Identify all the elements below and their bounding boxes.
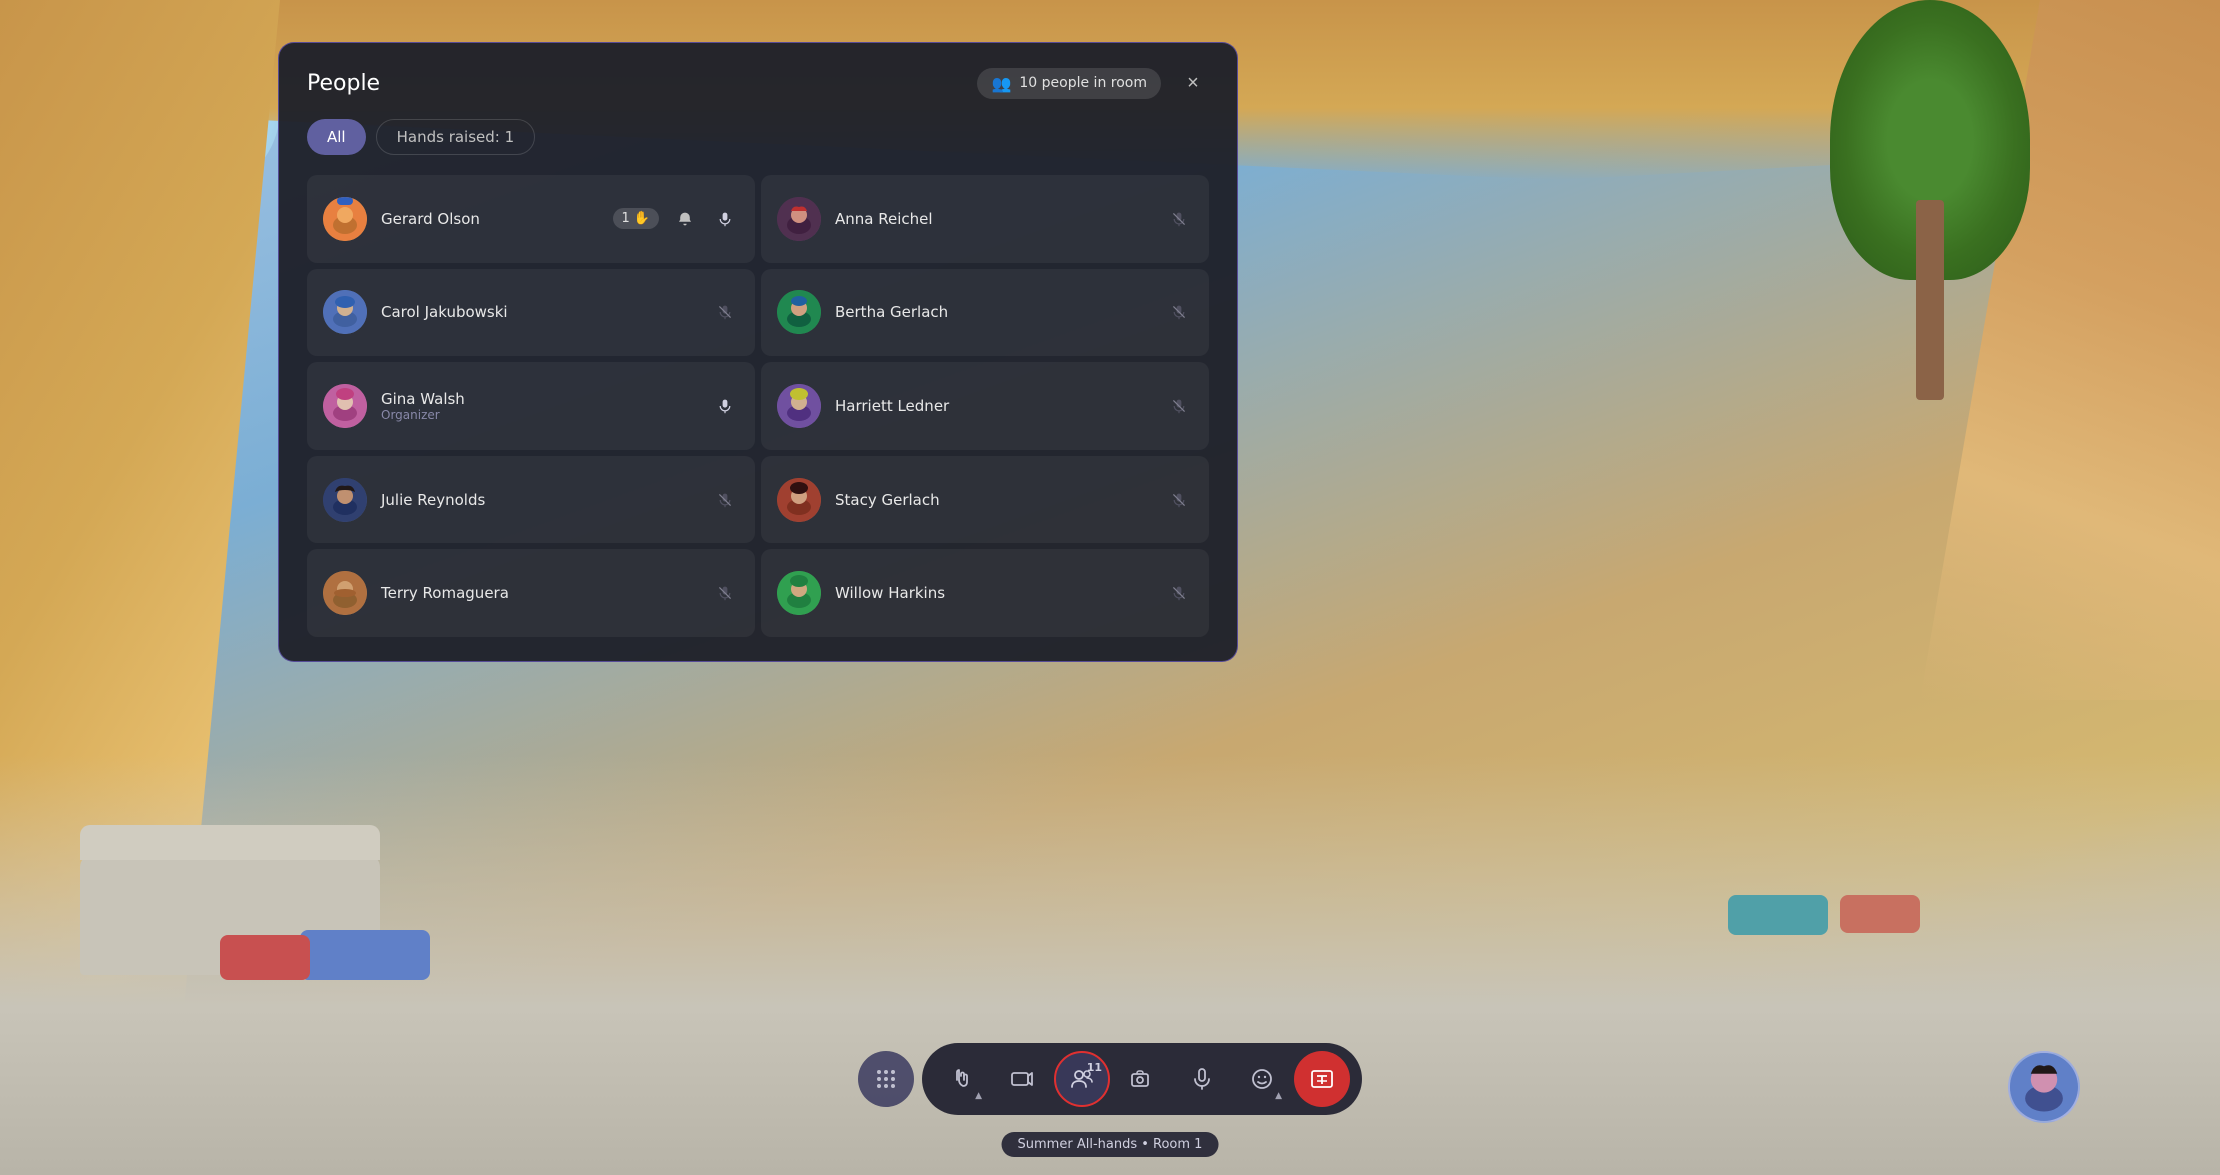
mic-muted-icon[interactable] — [1165, 392, 1193, 420]
mic-muted-icon[interactable] — [711, 486, 739, 514]
emoji-button[interactable]: ▲ — [1234, 1051, 1290, 1107]
avatar — [777, 478, 821, 522]
person-info: Carol Jakubowski — [381, 303, 697, 321]
filter-hands-raised-button[interactable]: Hands raised: 1 — [376, 119, 536, 155]
person-row[interactable]: Gina Walsh Organizer — [307, 362, 755, 450]
avatar — [323, 384, 367, 428]
avatar — [323, 290, 367, 334]
person-name: Stacy Gerlach — [835, 491, 1151, 509]
avatar — [323, 197, 367, 241]
notification-icon[interactable] — [671, 205, 699, 233]
pillow-red — [220, 935, 310, 980]
pillow-blue — [300, 930, 430, 980]
avatar — [323, 571, 367, 615]
filter-all-button[interactable]: All — [307, 119, 366, 155]
person-name: Anna Reichel — [835, 210, 1151, 228]
person-row[interactable]: Stacy Gerlach — [761, 456, 1209, 544]
people-count-badge: 👥 10 people in room — [977, 68, 1161, 99]
people-button[interactable]: 11 — [1054, 1051, 1110, 1107]
self-avatar — [2008, 1051, 2080, 1123]
person-info: Anna Reichel — [835, 210, 1151, 228]
person-actions — [1165, 486, 1193, 514]
tree — [1820, 0, 2040, 400]
panel-header-right: 👥 10 people in room × — [977, 67, 1209, 99]
person-name: Gerard Olson — [381, 210, 599, 228]
mic-icon[interactable] — [711, 205, 739, 233]
people-count-icon: 👥 — [991, 74, 1011, 93]
person-row[interactable]: Willow Harkins — [761, 549, 1209, 637]
person-name: Harriett Ledner — [835, 397, 1151, 415]
person-row[interactable]: Terry Romaguera — [307, 549, 755, 637]
person-info: Willow Harkins — [835, 584, 1151, 602]
tooltip-bar: Summer All-hands • Room 1 — [1002, 1132, 1219, 1157]
view-button[interactable] — [994, 1051, 1050, 1107]
avatar — [777, 384, 821, 428]
avatar — [777, 197, 821, 241]
person-info: Harriett Ledner — [835, 397, 1151, 415]
pillow-salmon — [1840, 895, 1920, 933]
person-name: Julie Reynolds — [381, 491, 697, 509]
person-name: Bertha Gerlach — [835, 303, 1151, 321]
person-actions — [1165, 298, 1193, 326]
hand-emoji: ✋ — [634, 211, 650, 226]
hand-count: 1 — [622, 211, 630, 226]
toolbar-pill: ▲ 11 — [922, 1043, 1362, 1115]
person-actions — [711, 298, 739, 326]
person-actions: 1 ✋ — [613, 205, 739, 233]
person-row[interactable]: Julie Reynolds — [307, 456, 755, 544]
person-actions — [1165, 579, 1193, 607]
person-role: Organizer — [381, 408, 697, 422]
toolbar: ▲ 11 — [858, 1043, 1362, 1115]
person-info: Terry Romaguera — [381, 584, 697, 602]
person-row[interactable]: Carol Jakubowski — [307, 269, 755, 357]
person-name: Gina Walsh — [381, 390, 697, 408]
tree-trunk — [1916, 200, 1944, 400]
person-info: Gina Walsh Organizer — [381, 390, 697, 422]
person-actions — [711, 392, 739, 420]
avatar — [323, 478, 367, 522]
people-panel: People 👥 10 people in room × All Hands r… — [278, 42, 1238, 662]
person-info: Stacy Gerlach — [835, 491, 1151, 509]
close-button[interactable]: × — [1177, 67, 1209, 99]
person-row[interactable]: Harriett Ledner — [761, 362, 1209, 450]
raise-hand-button[interactable]: ▲ — [934, 1051, 990, 1107]
mic-muted-icon[interactable] — [1165, 486, 1193, 514]
person-name: Carol Jakubowski — [381, 303, 697, 321]
person-actions — [711, 486, 739, 514]
person-name: Terry Romaguera — [381, 584, 697, 602]
mic-icon[interactable] — [711, 392, 739, 420]
people-grid: Gerard Olson 1 ✋ Anna Reichel — [307, 175, 1209, 637]
grid-button[interactable] — [858, 1051, 914, 1107]
mic-muted-icon[interactable] — [1165, 298, 1193, 326]
avatar — [777, 571, 821, 615]
person-info: Julie Reynolds — [381, 491, 697, 509]
right-pillows — [1728, 895, 1920, 935]
person-info: Gerard Olson — [381, 210, 599, 228]
tooltip-text: Summer All-hands • Room 1 — [1018, 1137, 1203, 1152]
end-call-button[interactable] — [1294, 1051, 1350, 1107]
people-count-label: 10 people in room — [1019, 75, 1147, 91]
camera-button[interactable] — [1114, 1051, 1170, 1107]
person-row[interactable]: Gerard Olson 1 ✋ — [307, 175, 755, 263]
mic-muted-icon[interactable] — [711, 298, 739, 326]
filter-row: All Hands raised: 1 — [307, 119, 1209, 155]
person-row[interactable]: Anna Reichel — [761, 175, 1209, 263]
person-row[interactable]: Bertha Gerlach — [761, 269, 1209, 357]
mic-muted-icon[interactable] — [1165, 205, 1193, 233]
mic-muted-icon[interactable] — [711, 579, 739, 607]
avatar — [777, 290, 821, 334]
person-actions — [1165, 205, 1193, 233]
person-name: Willow Harkins — [835, 584, 1151, 602]
panel-title: People — [307, 71, 380, 96]
person-actions — [1165, 392, 1193, 420]
hand-raised-badge: 1 ✋ — [613, 208, 659, 229]
mic-button[interactable] — [1174, 1051, 1230, 1107]
mic-muted-icon[interactable] — [1165, 579, 1193, 607]
person-info: Bertha Gerlach — [835, 303, 1151, 321]
pillow-teal — [1728, 895, 1828, 935]
panel-header: People 👥 10 people in room × — [307, 67, 1209, 99]
person-actions — [711, 579, 739, 607]
